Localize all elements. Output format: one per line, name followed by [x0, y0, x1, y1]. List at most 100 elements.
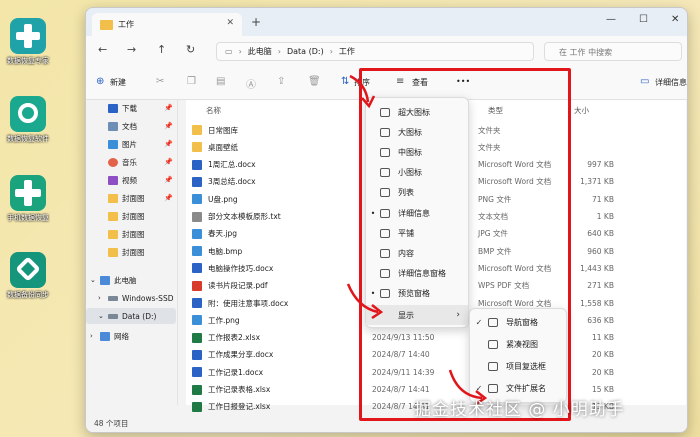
sidebar-item-cover-1[interactable]: 封面图 📌 — [86, 190, 176, 206]
breadcrumb[interactable]: ▭ › 此电脑 › Data (D:) › 工作 — [216, 42, 534, 61]
tab-work[interactable]: 工作 ✕ — [92, 13, 242, 36]
delete-icon[interactable]: 🗑 — [308, 76, 321, 87]
column-header-size[interactable]: 大小 — [574, 105, 589, 116]
view-menu-item[interactable]: 超大图标 — [366, 102, 468, 122]
desktop-icon-3[interactable]: 手机数据恢复 — [2, 175, 54, 223]
more-button[interactable]: ••• — [456, 77, 470, 86]
desktop-icon-4[interactable]: 数据备份同步 — [2, 252, 54, 300]
view-menu: 超大图标大图标中图标 小图标 列表 • 详细信息 平铺 内容 详细信息窗格 • 预览窗格 显示 › — [365, 97, 469, 328]
chevron-down-icon[interactable]: ⌄ — [98, 312, 108, 320]
sidebar-item-pictures[interactable]: 图片 📌 — [86, 136, 176, 152]
show-submenu-item[interactable]: ✓ 导航窗格 — [470, 312, 566, 332]
view-menu-item[interactable]: 小图标 — [366, 163, 468, 183]
file-size: 271 KB — [587, 281, 614, 291]
sort-button[interactable]: 排序 — [354, 77, 370, 88]
copy-icon[interactable]: ❐ — [187, 76, 196, 87]
file-name: 工作记录1.docx — [208, 367, 264, 377]
view-menu-item[interactable]: • 预览窗格 — [366, 284, 468, 304]
view-option-icon — [380, 127, 390, 137]
close-button[interactable]: ✕ — [671, 14, 679, 25]
sidebar-item-videos[interactable]: 视频 📌 — [86, 172, 176, 188]
view-menu-item[interactable]: 中图标 — [366, 142, 468, 162]
chevron-right-icon[interactable]: › — [98, 294, 108, 302]
new-icon: ⊕ — [96, 76, 105, 87]
show-option-icon — [488, 317, 498, 327]
image-file-icon — [192, 315, 202, 326]
chevron-right-icon[interactable]: › — [90, 332, 100, 340]
file-type: Microsoft Word 文档 — [478, 263, 552, 273]
desktop-icon-2[interactable]: 数据恢复软件 — [2, 96, 54, 144]
view-menu-item[interactable]: 详细信息窗格 — [366, 264, 468, 284]
picture-icon — [108, 139, 118, 149]
paste-icon[interactable]: ▤ — [216, 76, 225, 87]
tab-label: 工作 — [118, 20, 134, 29]
file-row[interactable]: 工作成果分享.docx 2024/8/7 14:40 20 KB — [192, 347, 682, 363]
folder-icon — [108, 247, 118, 257]
view-menu-item[interactable]: 显示 › — [366, 305, 468, 325]
sort-icon: ⇅ — [341, 76, 350, 87]
new-button[interactable]: 新建 — [110, 77, 126, 88]
sidebar-item-data-drive[interactable]: ⌄ Data (D:) — [86, 308, 176, 324]
view-icon: ≡ — [396, 76, 405, 87]
file-name: 附：使用注意事项.docx — [208, 298, 289, 308]
sidebar-item-music[interactable]: 音乐 📌 — [86, 154, 176, 170]
file-row[interactable]: 工作报表2.xlsx 2024/9/13 11:50 11 KB — [192, 330, 682, 346]
show-submenu-label: 紧凑视图 — [506, 339, 538, 349]
file-name: 电脑.bmp — [208, 246, 243, 256]
chevron-down-icon[interactable]: ⌄ — [90, 276, 100, 284]
column-header-name[interactable]: 名称 — [206, 105, 221, 116]
share-icon[interactable]: ⇪ — [277, 76, 285, 87]
maximize-button[interactable]: ☐ — [639, 14, 648, 25]
view-menu-label: 大图标 — [398, 127, 422, 137]
show-submenu-item[interactable]: 项目复选框 — [470, 356, 566, 376]
details-button[interactable]: 详细信息 — [655, 77, 687, 88]
sidebar-item-cover-4[interactable]: 封面图 — [86, 244, 176, 260]
image-file-icon — [192, 194, 202, 205]
file-row[interactable]: 工作记录1.docx 2024/9/11 14:39 20 KB — [192, 364, 682, 380]
view-menu-item[interactable]: 大图标 — [366, 122, 468, 142]
up-button[interactable]: ↑ — [157, 43, 166, 56]
sidebar-item-cover-2[interactable]: 封面图 — [86, 208, 176, 224]
tab-close-icon[interactable]: ✕ — [226, 18, 234, 28]
breadcrumb-data-drive[interactable]: Data (D:) — [287, 47, 324, 56]
breadcrumb-work[interactable]: 工作 — [339, 46, 355, 57]
sidebar-item-label: 此电脑 — [114, 275, 137, 285]
show-submenu-item[interactable]: 紧凑视图 — [470, 334, 566, 354]
search-input[interactable]: 在 工作 中搜索 — [544, 42, 682, 61]
command-bar: ⊕ 新建 ✂ ❐ ▤ Ⓐ ⇪ 🗑 ⇅ 排序 ≡ 查看 ••• ▭ 详细信息 — [86, 66, 687, 100]
file-size: 1,558 KB — [580, 298, 614, 308]
new-tab-button[interactable]: + — [251, 15, 261, 29]
cut-icon[interactable]: ✂ — [156, 76, 164, 87]
sidebar-item-this-pc[interactable]: ⌄ 此电脑 — [86, 272, 176, 288]
sidebar-item-documents[interactable]: 文档 📌 — [86, 118, 176, 134]
phone-recovery-icon — [10, 175, 46, 211]
bullet-icon: • — [370, 289, 376, 299]
view-menu-item[interactable]: 内容 — [366, 243, 468, 263]
sidebar-item-downloads[interactable]: 下载 📌 — [86, 100, 176, 116]
column-header-type[interactable]: 类型 — [488, 105, 503, 116]
sidebar-item-network[interactable]: › 网络 — [86, 328, 176, 344]
show-submenu-label: 项目复选框 — [506, 361, 546, 371]
pin-icon: 📌 — [164, 194, 173, 202]
breadcrumb-this-pc[interactable]: 此电脑 — [248, 46, 272, 57]
sidebar-item-windows-ssd[interactable]: › Windows-SSD — [86, 290, 176, 306]
sidebar-item-label: 封面图 — [122, 229, 145, 239]
view-menu-item[interactable]: 平铺 — [366, 223, 468, 243]
file-name: 电脑操作技巧.docx — [208, 263, 274, 273]
pdf-file-icon — [192, 280, 202, 291]
minimize-button[interactable]: — — [606, 14, 616, 25]
view-menu-label: 超大图标 — [398, 107, 430, 117]
desktop-icon-1[interactable]: 数据恢复专家 — [2, 18, 54, 66]
sidebar-item-cover-3[interactable]: 封面图 — [86, 226, 176, 242]
view-menu-item[interactable]: 列表 — [366, 183, 468, 203]
rename-icon[interactable]: Ⓐ — [246, 76, 256, 91]
folder-file-icon — [192, 125, 202, 135]
file-size: 11 KB — [592, 333, 614, 343]
forward-button[interactable]: → — [127, 43, 136, 56]
view-button[interactable]: 查看 — [412, 77, 428, 88]
refresh-button[interactable]: ↻ — [186, 43, 195, 56]
back-button[interactable]: ← — [98, 43, 107, 56]
view-menu-item[interactable]: • 详细信息 — [366, 203, 468, 223]
word-file-icon — [192, 263, 202, 274]
desktop-icon-label: 数据备份同步 — [7, 291, 49, 299]
